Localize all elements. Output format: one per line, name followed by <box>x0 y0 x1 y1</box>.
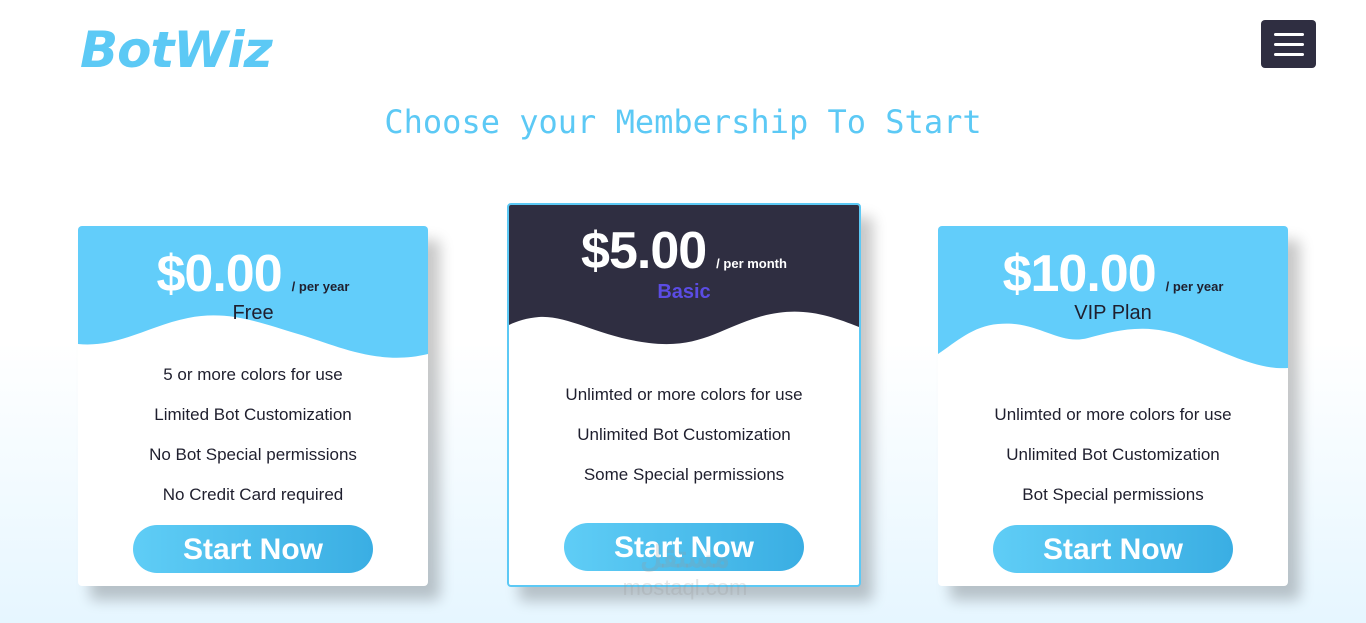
plan-card-basic: $5.00 / per month Basic Unlimted or more … <box>507 203 861 587</box>
plan-feature: No Bot Special permissions <box>149 445 357 464</box>
plan-feature: Unlimited Bot Customization <box>577 425 791 444</box>
plan-card-free: $0.00 / per year Free 5 or more colors fo… <box>78 226 428 586</box>
plan-features: Unlimted or more colors for use Unlimite… <box>509 385 859 505</box>
plan-price-period: / per year <box>291 279 350 295</box>
plan-feature: Unlimted or more colors for use <box>565 385 803 404</box>
hamburger-icon-line <box>1273 42 1304 46</box>
plan-card-vip: $10.00 / per year VIP Plan Unlimted or mo… <box>938 226 1288 586</box>
plan-name: Free <box>232 302 274 324</box>
plan-price-amount: $10.00 <box>1002 245 1157 303</box>
start-now-button-vip[interactable]: Start Now <box>993 525 1233 573</box>
plan-price-amount: $0.00 <box>156 245 283 303</box>
plan-price-amount: $5.00 <box>581 222 707 280</box>
watermark: مستقل mostaql.com <box>600 540 770 600</box>
plan-name: VIP Plan <box>1074 302 1152 324</box>
plan-feature: No Credit Card required <box>162 485 344 504</box>
plan-feature: Unlimited Bot Customization <box>1006 445 1220 464</box>
plan-price-period: / per year <box>1165 279 1224 295</box>
page-heading: Choose your Membership To Start <box>384 103 982 141</box>
brand-logo[interactable]: BotWiz <box>80 18 273 82</box>
plan-price: $10.00 / per year <box>938 244 1288 304</box>
plan-feature: Limited Bot Customization <box>154 405 352 424</box>
start-now-button-free[interactable]: Start Now <box>133 525 373 573</box>
plan-features: Unlimted or more colors for use Unlimite… <box>938 405 1288 525</box>
watermark-url: mostaql.com <box>622 575 748 600</box>
plan-feature: 5 or more colors for use <box>163 365 343 384</box>
plan-features: 5 or more colors for use Limited Bot Cus… <box>78 365 428 525</box>
plan-feature: Unlimted or more colors for use <box>994 405 1232 424</box>
plan-price: $0.00 / per year <box>78 244 428 304</box>
hamburger-icon <box>1273 32 1304 36</box>
watermark-logo-text: مستقل <box>640 541 730 574</box>
plan-name: Basic <box>657 281 711 303</box>
plan-feature: Bot Special permissions <box>1022 485 1204 504</box>
plan-price-period: / per month <box>716 256 787 272</box>
hamburger-icon-line <box>1273 52 1304 56</box>
menu-toggle-button[interactable] <box>1261 20 1316 68</box>
plan-price: $5.00 / per month <box>509 221 859 281</box>
plan-feature: Some Special permissions <box>583 465 785 484</box>
